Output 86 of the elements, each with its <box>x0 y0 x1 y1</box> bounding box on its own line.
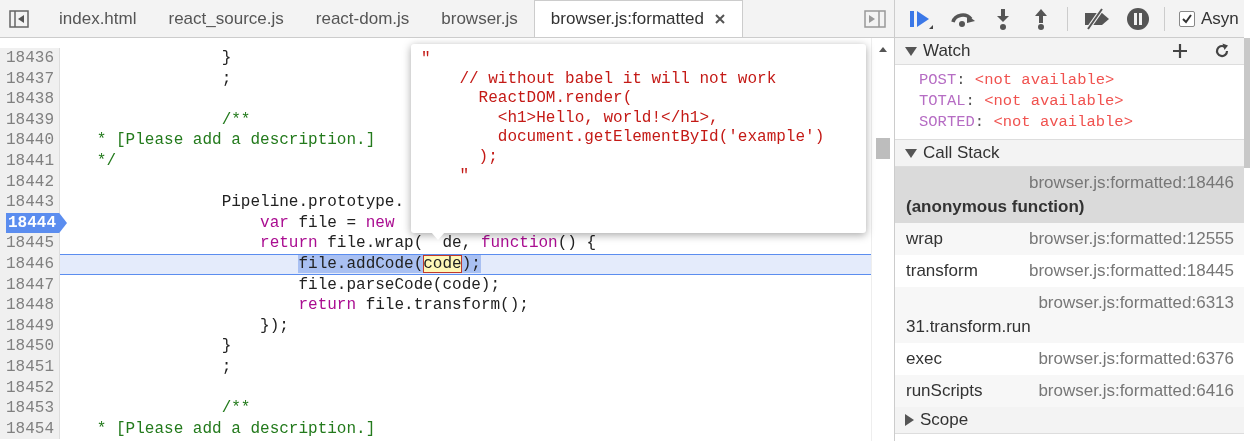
line-number: 18451 <box>6 356 55 378</box>
code-comment: * [Please add a description.] <box>96 419 376 438</box>
function-name: wrap <box>906 228 943 250</box>
code-comment: */ <box>96 151 116 170</box>
line-number: 18438 <box>6 89 55 110</box>
function-name: transform <box>906 260 978 282</box>
line-number: 18454 <box>6 418 55 440</box>
hovered-expression: code <box>423 254 462 273</box>
line-number: 18447 <box>6 274 55 296</box>
function-name: (anonymous function) <box>906 196 1085 218</box>
code-text: file.transform(); <box>365 296 529 315</box>
code-text: file.wrap( <box>327 234 424 253</box>
call-frame[interactable]: transform browser.js:formatted:18445 <box>895 255 1244 287</box>
line-number: 18437 <box>6 68 55 90</box>
source-location[interactable]: browser.js:formatted:6416 <box>1038 379 1234 403</box>
code-keyword: return <box>260 234 318 253</box>
source-location[interactable]: browser.js:formatted:18445 <box>1028 259 1234 283</box>
function-name: runScripts <box>906 380 983 402</box>
code-keyword: function <box>480 234 558 253</box>
source-location[interactable]: browser.js:formatted:6313 <box>906 291 1234 315</box>
source-location[interactable]: browser.js:formatted:12555 <box>1028 227 1234 251</box>
expand-triangle-icon[interactable] <box>905 46 917 56</box>
function-name: exec <box>906 348 942 370</box>
code-text: Pipeline.prototype. <box>221 193 405 212</box>
file-tab[interactable]: index.html <box>43 0 153 37</box>
section-header[interactable]: Call Stack <box>895 140 1244 167</box>
line-number: 18449 <box>6 315 55 337</box>
code-comment: /** <box>221 399 251 418</box>
file-tab[interactable]: react_source.js <box>152 0 300 37</box>
line-number: 18448 <box>6 295 55 316</box>
pause-icon[interactable] <box>1126 6 1150 31</box>
line-number: 18443 <box>6 192 55 213</box>
line-number: 18446 <box>6 253 55 275</box>
line-number: 18442 <box>6 171 55 193</box>
code-text: de, <box>442 234 473 253</box>
code-keyword: var <box>260 213 289 232</box>
code-text: }); <box>260 316 289 335</box>
code-text: } <box>221 49 232 67</box>
call-frame[interactable]: browser.js:formatted:18446 (anonymous function) <box>895 167 1244 223</box>
code-keyword: return <box>298 296 357 315</box>
source-location[interactable]: browser.js:formatted:6376 <box>1038 347 1234 371</box>
code-text: () { <box>557 234 597 253</box>
refresh-icon[interactable] <box>1214 43 1230 59</box>
checkbox[interactable] <box>1179 10 1195 27</box>
call-frame[interactable]: exec browser.js:formatted:6376 <box>895 343 1244 375</box>
line-number: 18445 <box>6 233 55 254</box>
line-number: 18452 <box>6 377 55 399</box>
watch-expression[interactable]: POST: <not available> <box>919 70 1244 91</box>
sidebar-toggle-icon[interactable] <box>9 9 29 29</box>
scrollbar-thumb[interactable] <box>876 138 890 159</box>
selected-code: file.addCode( <box>298 254 424 273</box>
file-tab[interactable]: browser.js <box>425 0 534 37</box>
code-text: ; <box>221 357 232 376</box>
file-tab[interactable]: react-dom.js <box>299 0 426 37</box>
code-comment: * [Please add a description.] <box>96 131 376 150</box>
code-comment: /** <box>221 110 251 129</box>
string-value: " // without babel it will not work ReactDOM.render( <h1>Hello, world!</h1>, document.getElementById('example') ); " <box>421 50 826 187</box>
line-number: 18441 <box>6 150 55 172</box>
code-text: ; <box>221 69 232 88</box>
call-frame[interactable]: wrap browser.js:formatted:12555 <box>895 223 1244 255</box>
code-text: file.parseCode(code); <box>298 275 501 294</box>
function-name: 31.transform.run <box>906 316 1031 338</box>
call-frame[interactable]: browser.js:formatted:6313 31.transform.run <box>895 287 1244 343</box>
expand-triangle-icon[interactable] <box>905 414 914 426</box>
call-frame[interactable]: runScripts browser.js:formatted:6416 <box>895 375 1244 407</box>
line-number: 18440 <box>6 130 55 151</box>
checkbox-label[interactable]: Asyn <box>1201 8 1239 29</box>
close-icon[interactable] <box>713 13 726 25</box>
expand-triangle-icon[interactable] <box>905 148 917 158</box>
section-header[interactable]: Scope <box>895 407 1244 434</box>
watch-expression[interactable]: TOTAL: <not available> <box>919 91 1244 112</box>
scroll-up-icon[interactable] <box>878 46 888 52</box>
selected-code: ); <box>461 254 481 273</box>
checkmark-icon <box>1181 12 1193 25</box>
code-text: } <box>221 337 232 356</box>
file-tab[interactable]: browser.js:formatted <box>533 0 743 37</box>
code-keyword: new <box>365 213 395 232</box>
line-number: 18450 <box>6 336 55 357</box>
line-number: 18436 <box>6 48 55 69</box>
line-number: 18439 <box>6 109 55 131</box>
section-header[interactable]: Watch <box>895 38 1244 65</box>
sidebar-toggle-icon[interactable] <box>864 9 886 29</box>
watch-expression[interactable]: SORTED: <not available> <box>919 112 1244 133</box>
line-number: 18453 <box>6 398 55 419</box>
add-icon[interactable] <box>1172 43 1188 59</box>
code-text: file = <box>298 213 358 232</box>
